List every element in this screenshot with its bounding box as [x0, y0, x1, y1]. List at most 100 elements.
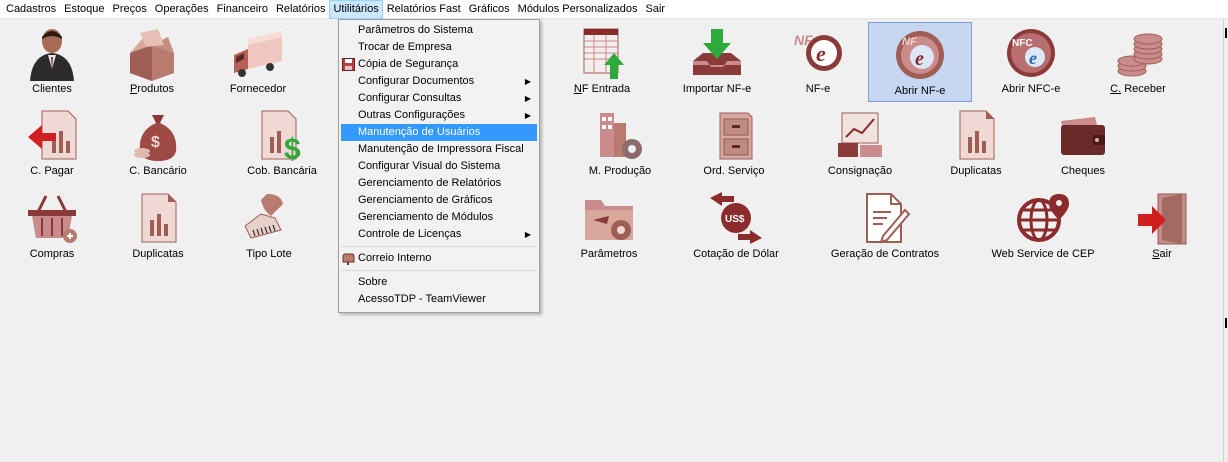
menu-separator: [341, 246, 537, 247]
factory-gear-icon: [600, 113, 642, 159]
floppy-disk-icon: [342, 58, 355, 71]
menu-item-parametros-sistema[interactable]: Parâmetros do Sistema: [339, 22, 539, 39]
tile-sair[interactable]: Sair: [1110, 186, 1214, 266]
menu-precos[interactable]: Preços: [109, 0, 151, 19]
menu-item-manutencao-usuarios[interactable]: Manutenção de Usuários: [341, 124, 537, 141]
menu-cadastros[interactable]: Cadastros: [2, 0, 60, 19]
menu-item-label: Outras Configurações: [358, 109, 465, 121]
tile-cob-bancaria[interactable]: $ Cob. Bancária: [230, 103, 334, 183]
menu-item-controle-licencas[interactable]: Controle de Licenças ▶: [339, 226, 539, 243]
menu-relatorios-fast[interactable]: Relatórios Fast: [383, 0, 465, 19]
tile-label: Parâmetros: [580, 248, 638, 260]
tile-label: Duplicatas: [950, 165, 1002, 177]
menu-item-label: Cópia de Segurança: [358, 58, 459, 70]
exit-door-icon: [1138, 193, 1187, 245]
tile-parametros[interactable]: Parâmetros: [557, 186, 661, 266]
menu-item-label: Sobre: [358, 276, 388, 288]
menu-item-label: AcessoTDP - TeamViewer: [358, 293, 486, 305]
window-edge-mark: [1225, 318, 1227, 328]
tile-geracao-contratos[interactable]: Geração de Contratos: [831, 186, 939, 266]
menu-item-acessotdp-teamviewer[interactable]: AcessoTDP - TeamViewer: [339, 291, 539, 308]
tile-consignacao[interactable]: Consignação: [808, 103, 912, 183]
tile-nfe[interactable]: e NF NF-e: [766, 21, 870, 101]
tile-importar-nfe[interactable]: Importar NF-e: [665, 21, 769, 101]
menu-item-label: Controle de Licenças: [358, 228, 462, 240]
file-cabinet-icon: [719, 112, 753, 160]
menu-estoque[interactable]: Estoque: [60, 0, 108, 19]
document-dollar-icon: $: [261, 110, 301, 163]
tile-label: Cob. Bancária: [247, 165, 317, 177]
tile-c-pagar[interactable]: C. Pagar: [0, 103, 104, 183]
tile-label: Web Service de CEP: [991, 248, 1095, 260]
tile-duplicatas-top[interactable]: Duplicatas: [924, 103, 1028, 183]
document-chart-icon: [959, 110, 995, 160]
menu-item-copia-seguranca[interactable]: Cópia de Segurança: [339, 56, 539, 73]
tile-label: NF-e: [805, 83, 831, 95]
menu-item-outras-configuracoes[interactable]: Outras Configurações ▶: [339, 107, 539, 124]
menu-item-manutencao-impressora-fiscal[interactable]: Manutenção de Impressora Fiscal: [339, 141, 539, 158]
menu-utilitarios[interactable]: Utilitários: [329, 0, 383, 19]
tile-label: M. Produção: [588, 165, 652, 177]
menu-item-correio-interno[interactable]: Correio Interno: [339, 250, 539, 267]
tile-label: Abrir NF-e: [894, 85, 946, 97]
person-icon: [30, 29, 74, 81]
tile-label: C. Bancário: [129, 165, 187, 177]
tile-clientes[interactable]: Clientes: [0, 21, 104, 101]
menu-item-label: Parâmetros do Sistema: [358, 24, 473, 36]
nfe-logo-icon: e NF: [794, 32, 842, 71]
svg-text:$: $: [284, 133, 301, 163]
tile-fornecedor[interactable]: Fornecedor: [206, 21, 310, 101]
tile-nf-entrada[interactable]: NF Entrada: [550, 21, 654, 101]
nfe-logo-text: NF: [902, 36, 917, 48]
menu-item-label: Gerenciamento de Gráficos: [358, 194, 493, 206]
menu-item-configurar-documentos[interactable]: Configurar Documentos ▶: [339, 73, 539, 90]
money-bag-icon: $: [134, 115, 177, 161]
tile-cheques[interactable]: Cheques: [1031, 103, 1135, 183]
menu-operacoes[interactable]: Operações: [151, 0, 213, 19]
utilitarios-dropdown: Parâmetros do Sistema Trocar de Empresa …: [338, 19, 540, 313]
menu-item-trocar-empresa[interactable]: Trocar de Empresa: [339, 39, 539, 56]
tile-produtos[interactable]: Produtos: [100, 21, 204, 101]
tile-compras[interactable]: Compras: [0, 186, 104, 266]
contract-pen-icon: [866, 193, 911, 244]
barcode-scanner-icon: [244, 194, 283, 239]
chart-money-icon: [838, 112, 882, 157]
us-dollar-text: US$: [725, 214, 745, 225]
menu-modulos-personalizados[interactable]: Módulos Personalizados: [514, 0, 642, 19]
menu-item-gerenciamento-relatorios[interactable]: Gerenciamento de Relatórios: [339, 175, 539, 192]
menu-relatorios[interactable]: Relatórios: [272, 0, 330, 19]
tile-m-producao[interactable]: M. Produção: [568, 103, 672, 183]
tile-c-bancario[interactable]: $ C. Bancário: [106, 103, 210, 183]
tile-web-service-cep[interactable]: Web Service de CEP: [991, 186, 1095, 266]
window-right-border: [1223, 19, 1228, 462]
menu-separator: [341, 270, 537, 271]
menu-item-label: Configurar Visual do Sistema: [358, 160, 501, 172]
menu-item-gerenciamento-graficos[interactable]: Gerenciamento de Gráficos: [339, 192, 539, 209]
menu-financeiro[interactable]: Financeiro: [213, 0, 272, 19]
tile-label: Ord. Serviço: [703, 165, 765, 177]
menu-item-label: Gerenciamento de Módulos: [358, 211, 494, 223]
menu-item-sobre[interactable]: Sobre: [339, 274, 539, 291]
menu-item-configurar-consultas[interactable]: Configurar Consultas ▶: [339, 90, 539, 107]
tile-cotacao-dolar[interactable]: US$ Cotação de Dólar: [684, 186, 788, 266]
nfe-logo-text: NF: [794, 32, 813, 48]
menu-item-gerenciamento-modulos[interactable]: Gerenciamento de Módulos: [339, 209, 539, 226]
tile-abrir-nfce[interactable]: e NFC Abrir NFC-e: [979, 21, 1083, 101]
globe-pin-icon: [1017, 194, 1069, 242]
menu-graficos[interactable]: Gráficos: [465, 0, 514, 19]
inbox-download-icon: [693, 29, 741, 75]
menu-item-configurar-visual[interactable]: Configurar Visual do Sistema: [339, 158, 539, 175]
tile-duplicatas[interactable]: Duplicatas: [106, 186, 210, 266]
tile-ord-servico[interactable]: Ord. Serviço: [682, 103, 786, 183]
box-icon: [130, 29, 174, 81]
folder-gear-icon: [585, 200, 633, 240]
menu-sair[interactable]: Sair: [642, 0, 670, 19]
submenu-arrow-icon: ▶: [524, 94, 531, 103]
menu-bar: Cadastros Estoque Preços Operações Finan…: [0, 0, 1228, 19]
tile-tipo-lote[interactable]: Tipo Lote: [217, 186, 321, 266]
tile-abrir-nfe[interactable]: e NF Abrir NF-e: [868, 22, 972, 102]
menu-item-label: Configurar Documentos: [358, 75, 475, 87]
nfce-logo-icon: e NFC: [1007, 29, 1055, 77]
tile-c-receber[interactable]: C. Receber: [1086, 21, 1190, 101]
nfce-logo-text: NFC: [1012, 38, 1033, 49]
